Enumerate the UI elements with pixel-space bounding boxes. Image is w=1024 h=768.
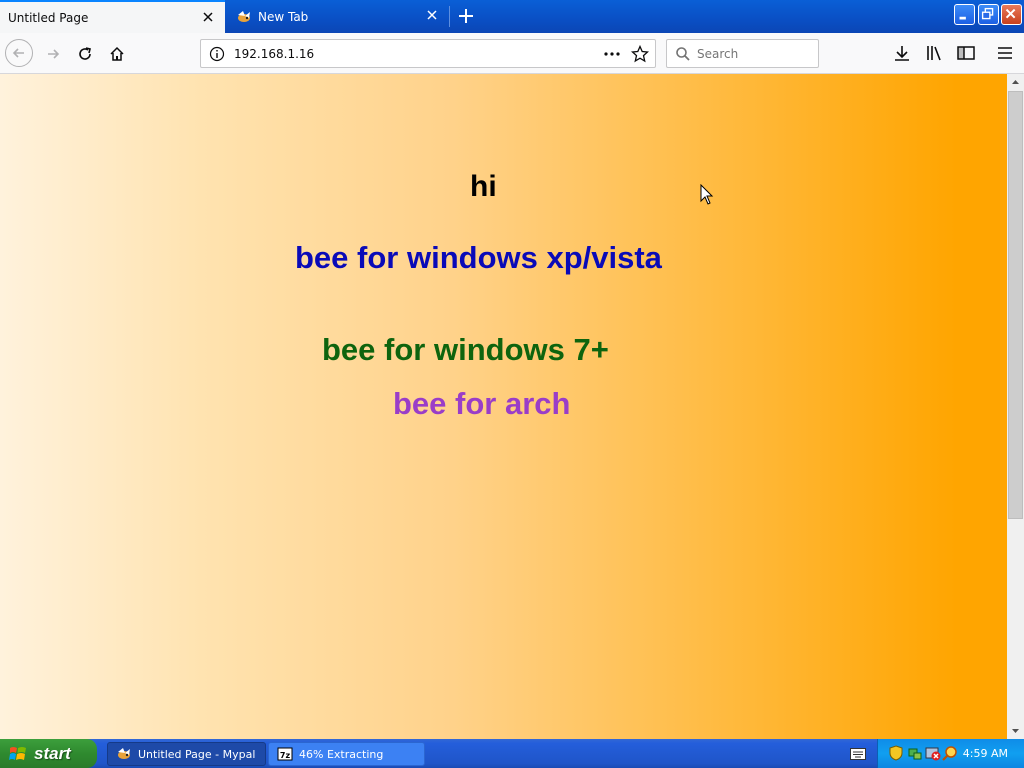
heading-hi: hi xyxy=(470,170,497,203)
network-error-icon[interactable] xyxy=(925,745,941,761)
tab-separator xyxy=(449,6,450,27)
mouse-cursor-icon xyxy=(700,184,714,205)
start-button[interactable]: start xyxy=(0,739,97,768)
tab-strip: Untitled Page New Tab xyxy=(0,0,1024,33)
scroll-down-arrow-icon[interactable] xyxy=(1007,722,1024,739)
taskbar-item-label: Untitled Page - Mypal xyxy=(138,747,256,761)
navigation-toolbar: 192.168.1.16 xyxy=(0,33,1024,74)
reload-icon xyxy=(79,47,91,60)
search-icon xyxy=(676,47,690,61)
svg-text:7z: 7z xyxy=(280,751,291,760)
reload-button[interactable] xyxy=(72,41,98,67)
hamburger-menu-icon[interactable] xyxy=(995,43,1015,63)
security-shield-icon[interactable] xyxy=(888,745,904,761)
mypal-icon xyxy=(118,748,130,759)
close-icon xyxy=(1005,8,1016,19)
close-tab-icon[interactable] xyxy=(425,8,439,22)
mypal-icon xyxy=(238,10,250,22)
scroll-up-arrow-icon[interactable] xyxy=(1007,74,1024,91)
close-tab-icon[interactable] xyxy=(201,10,215,24)
7zip-icon: 7z xyxy=(277,747,293,761)
keyboard-layout-icon[interactable] xyxy=(850,748,866,760)
forward-button[interactable] xyxy=(40,41,66,67)
url-bar[interactable]: 192.168.1.16 xyxy=(200,39,656,68)
back-button[interactable] xyxy=(5,39,33,67)
system-tray: 4:59 AM xyxy=(877,739,1024,768)
scrollbar-thumb[interactable] xyxy=(1008,91,1023,519)
sidebar-icon[interactable] xyxy=(956,43,976,63)
library-icon[interactable] xyxy=(925,43,945,63)
restore-icon xyxy=(981,7,994,20)
link-bee-arch[interactable]: bee for arch xyxy=(393,386,570,422)
info-icon[interactable] xyxy=(209,46,225,62)
downloads-icon[interactable] xyxy=(892,43,912,63)
desktop: Untitled Page New Tab 192.168.1.16 Searc… xyxy=(0,0,1024,768)
taskbar-item-mypal[interactable]: Untitled Page - Mypal xyxy=(107,742,266,766)
bookmark-star-icon[interactable] xyxy=(631,45,649,63)
start-label: start xyxy=(34,743,71,763)
minimize-icon xyxy=(959,16,966,20)
windows-logo-icon xyxy=(9,746,26,760)
tab-new-tab[interactable]: New Tab xyxy=(226,0,449,33)
link-bee-windows-7[interactable]: bee for windows 7+ xyxy=(322,332,609,368)
restore-button[interactable] xyxy=(978,4,999,25)
home-button[interactable] xyxy=(104,41,130,67)
arrow-right-icon xyxy=(48,49,60,59)
arrow-left-icon xyxy=(12,48,24,58)
search-input[interactable] xyxy=(697,45,812,63)
vertical-scrollbar[interactable] xyxy=(1007,74,1024,739)
url-text[interactable]: 192.168.1.16 xyxy=(234,47,314,61)
taskbar: start Untitled Page - Mypal 7z 46% Extra… xyxy=(0,739,1024,768)
taskbar-item-extracting[interactable]: 7z 46% Extracting xyxy=(268,742,425,766)
close-window-button[interactable] xyxy=(1001,4,1022,25)
home-icon xyxy=(110,46,124,61)
minimize-button[interactable] xyxy=(954,4,975,25)
tab-untitled-page[interactable]: Untitled Page xyxy=(0,0,225,33)
search-box[interactable] xyxy=(666,39,819,68)
network-icon[interactable] xyxy=(907,745,923,761)
taskbar-item-label: 46% Extracting xyxy=(299,747,384,761)
tab-label: New Tab xyxy=(258,9,309,24)
page-content: hi bee for windows xp/vista bee for wind… xyxy=(0,74,1007,739)
tab-label: Untitled Page xyxy=(8,10,89,25)
page-actions-more-icon[interactable] xyxy=(603,47,621,61)
clock: 4:59 AM xyxy=(962,747,1008,760)
magnifier-icon[interactable] xyxy=(942,745,958,761)
link-bee-windows-xp-vista[interactable]: bee for windows xp/vista xyxy=(295,240,662,276)
new-tab-plus-icon[interactable] xyxy=(456,6,476,26)
